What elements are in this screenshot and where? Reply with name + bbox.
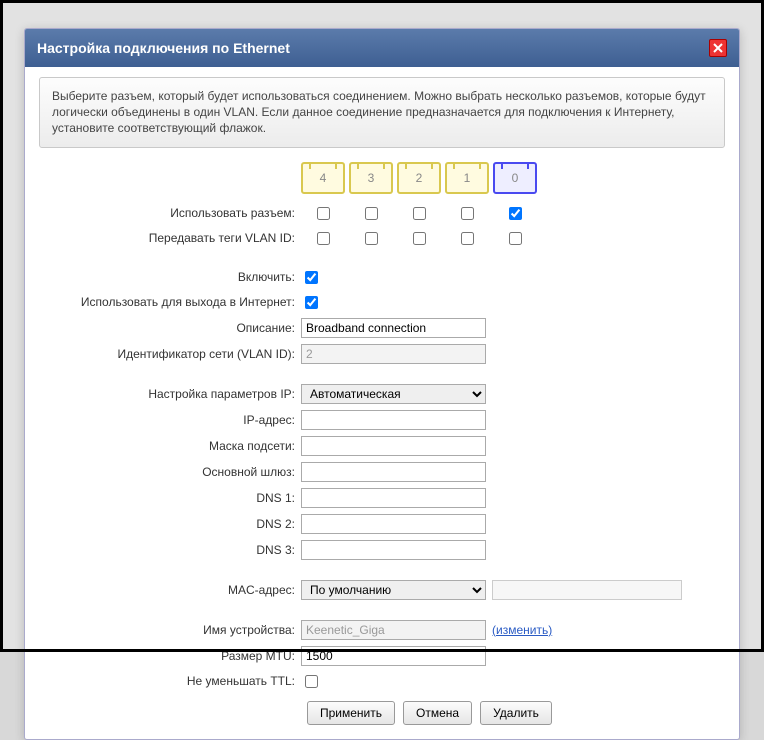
port-4[interactable]: 4 — [301, 162, 345, 194]
label-enable: Включить: — [39, 270, 301, 284]
apply-button[interactable]: Применить — [307, 701, 395, 725]
close-icon — [713, 43, 723, 53]
dns2-input[interactable] — [301, 514, 486, 534]
vlan-tag-3[interactable] — [365, 232, 378, 245]
enable-checkbox[interactable] — [305, 271, 318, 284]
info-box: Выберите разъем, который будет использов… — [39, 77, 725, 148]
label-dns3: DNS 3: — [39, 543, 301, 557]
port-1[interactable]: 1 — [445, 162, 489, 194]
ip-address-input[interactable] — [301, 410, 486, 430]
no-ttl-checkbox[interactable] — [305, 675, 318, 688]
port-2[interactable]: 2 — [397, 162, 441, 194]
vlan-id-input — [301, 344, 486, 364]
label-use-internet: Использовать для выхода в Интернет: — [39, 295, 301, 309]
vlan-tag-1[interactable] — [461, 232, 474, 245]
use-port-1[interactable] — [461, 207, 474, 220]
label-vlan-tags: Передавать теги VLAN ID: — [39, 231, 301, 245]
use-port-2[interactable] — [413, 207, 426, 220]
label-subnet: Маска подсети: — [39, 439, 301, 453]
label-description: Описание: — [39, 321, 301, 335]
vlan-tag-4[interactable] — [317, 232, 330, 245]
vlan-tag-0[interactable] — [509, 232, 522, 245]
close-button[interactable] — [709, 39, 727, 57]
label-device-name: Имя устройства: — [39, 623, 301, 637]
label-use-port: Использовать разъем: — [39, 206, 301, 220]
window-title: Настройка подключения по Ethernet — [37, 40, 290, 56]
delete-button[interactable]: Удалить — [480, 701, 552, 725]
titlebar: Настройка подключения по Ethernet — [25, 29, 739, 67]
cancel-button[interactable]: Отмена — [403, 701, 472, 725]
mac-select[interactable]: По умолчанию — [301, 580, 486, 600]
gateway-input[interactable] — [301, 462, 486, 482]
label-ip-address: IP-адрес: — [39, 413, 301, 427]
label-gateway: Основной шлюз: — [39, 465, 301, 479]
use-internet-checkbox[interactable] — [305, 296, 318, 309]
port-3[interactable]: 3 — [349, 162, 393, 194]
dns3-input[interactable] — [301, 540, 486, 560]
label-dns2: DNS 2: — [39, 517, 301, 531]
use-port-0[interactable] — [509, 207, 522, 220]
ip-config-select[interactable]: Автоматическая — [301, 384, 486, 404]
use-port-3[interactable] — [365, 207, 378, 220]
use-port-4[interactable] — [317, 207, 330, 220]
description-input[interactable] — [301, 318, 486, 338]
label-mac: MAC-адрес: — [39, 583, 301, 597]
vlan-tag-checkboxes — [301, 229, 537, 248]
label-ip-config: Настройка параметров IP: — [39, 387, 301, 401]
button-row: Применить Отмена Удалить — [307, 701, 725, 725]
dns1-input[interactable] — [301, 488, 486, 508]
use-port-checkboxes — [301, 204, 537, 223]
label-no-ttl: Не уменьшать TTL: — [39, 674, 301, 688]
device-name-input — [301, 620, 486, 640]
ports-row: 4 3 2 1 0 — [301, 162, 537, 194]
port-0[interactable]: 0 — [493, 162, 537, 194]
label-vlan-id: Идентификатор сети (VLAN ID): — [39, 347, 301, 361]
dialog-body: Выберите разъем, который будет использов… — [25, 67, 739, 739]
mac-value-display — [492, 580, 682, 600]
change-device-name-link[interactable]: (изменить) — [492, 623, 552, 637]
subnet-input[interactable] — [301, 436, 486, 456]
label-dns1: DNS 1: — [39, 491, 301, 505]
vlan-tag-2[interactable] — [413, 232, 426, 245]
dialog-window: Настройка подключения по Ethernet Выбери… — [24, 28, 740, 740]
